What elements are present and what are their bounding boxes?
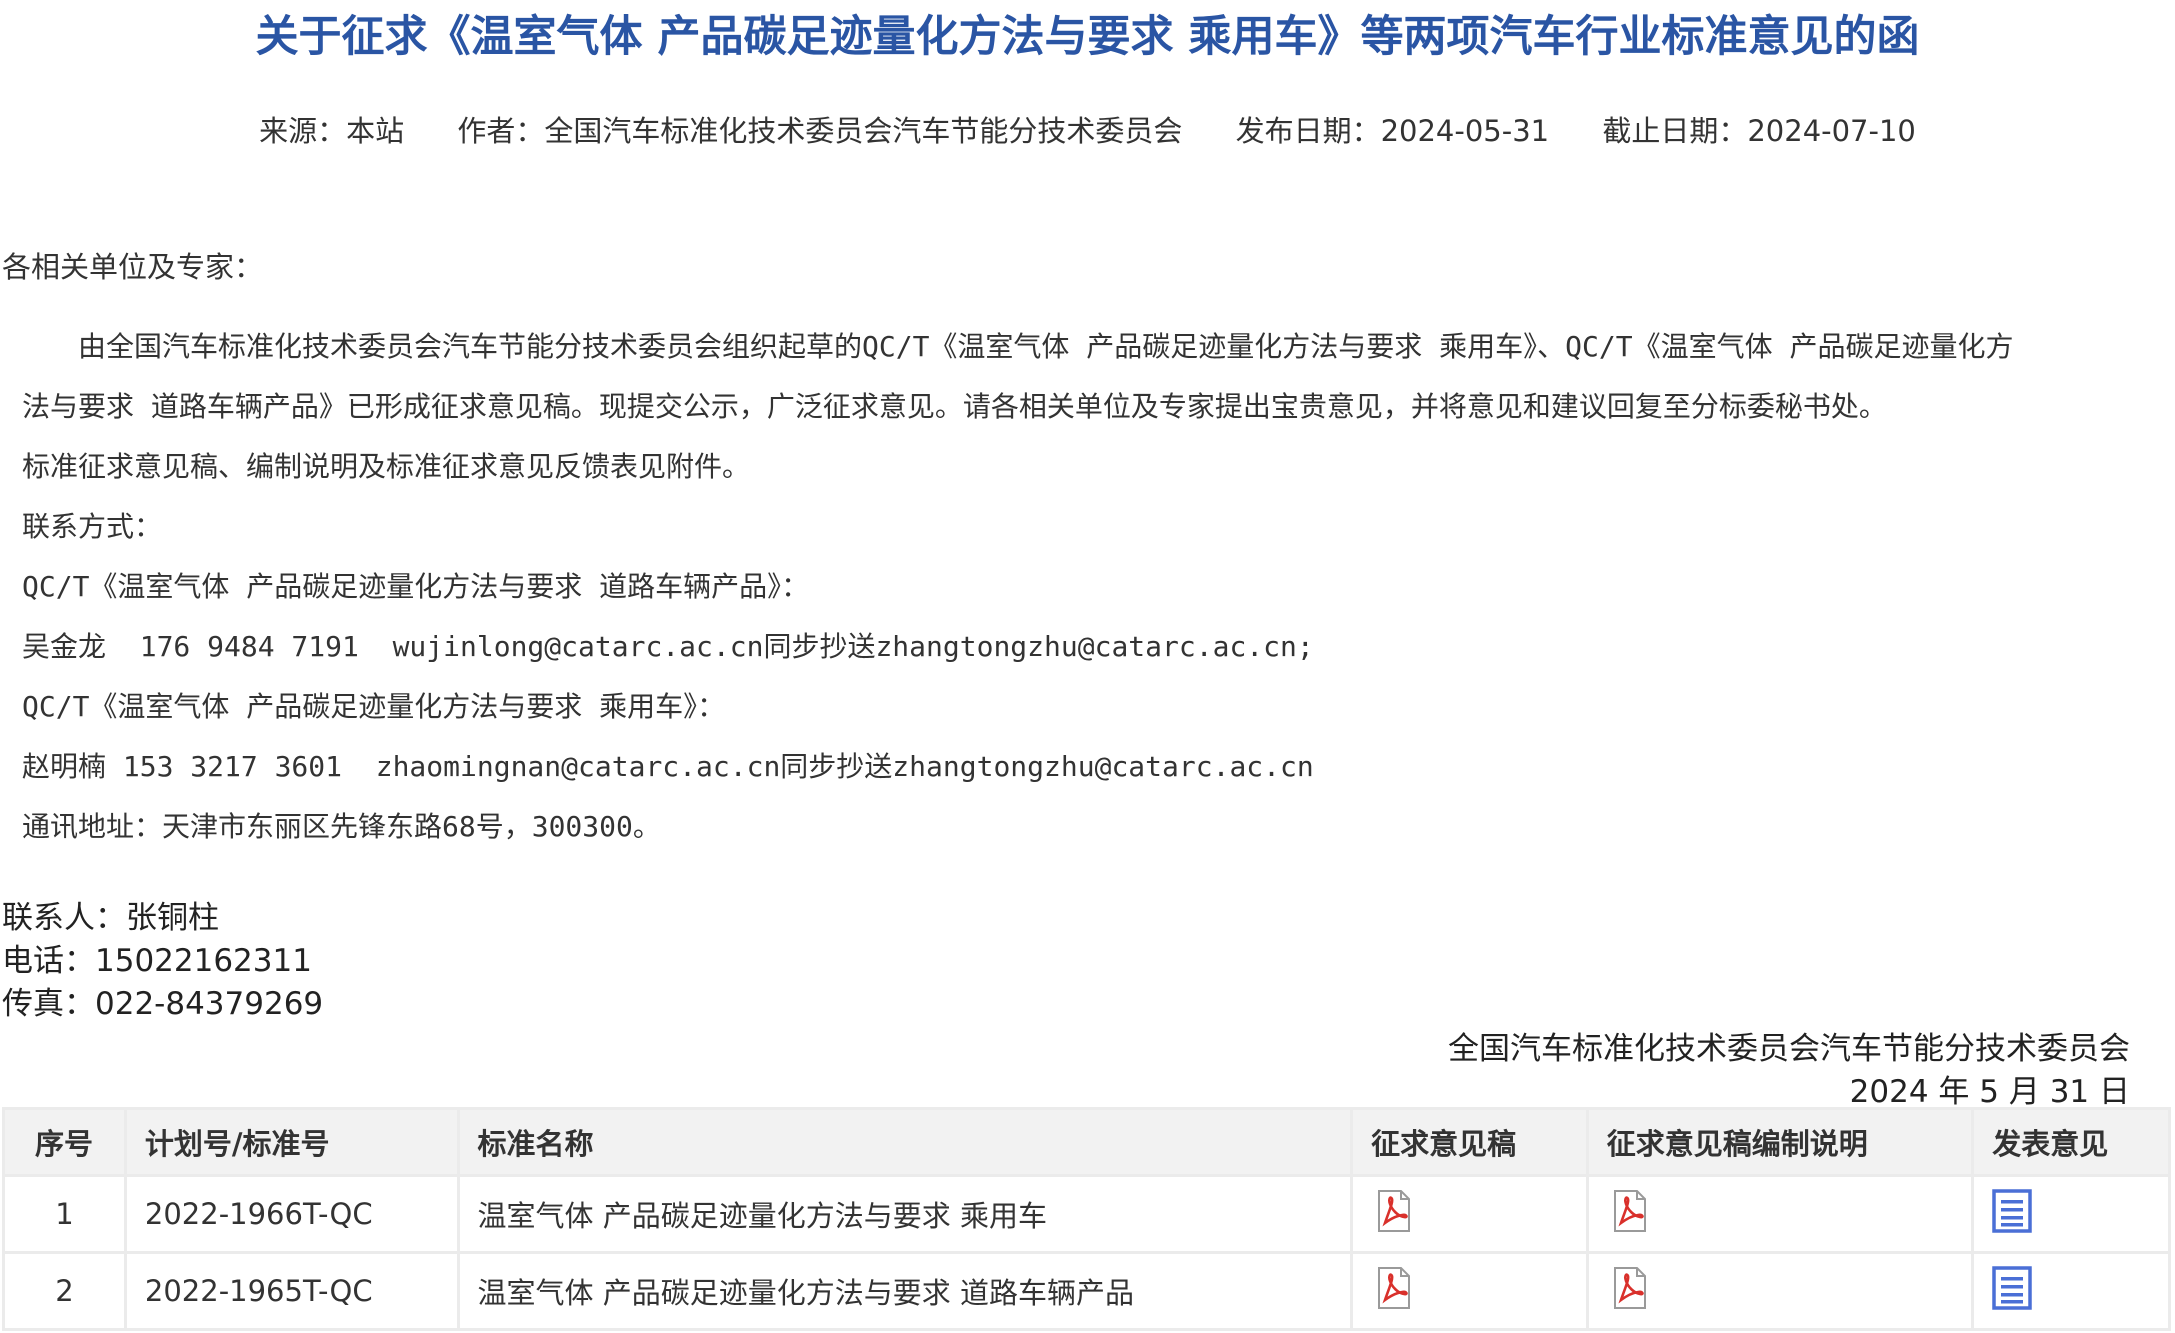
table-row: 2 2022-1965T-QC 温室气体 产品碳足迹量化方法与要求 道路车辆产品 [4,1253,2170,1330]
meta-deadline: 截止日期：2024-07-10 [1602,114,1916,148]
greeting: 各相关单位及专家： [2,244,263,286]
row-comment-cell [1973,1176,2170,1253]
contact-fax: 传真：022-84379269 [2,983,323,1026]
signature-org: 全国汽车标准化技术委员会汽车节能分技术委员会 [1448,1023,2130,1068]
row-draft-cell [1352,1176,1588,1253]
row-draft-cell [1352,1253,1588,1330]
pdf-icon[interactable] [1607,1189,1651,1240]
meta-author: 作者：全国汽车标准化技术委员会汽车节能分技术委员会 [457,114,1182,148]
table-header-row: 序号 计划号/标准号 标准名称 征求意见稿 征求意见稿编制说明 发表意见 [4,1109,2170,1176]
row-standard-name: 温室气体 产品碳足迹量化方法与要求 乘用车 [458,1176,1352,1253]
header-draft: 征求意见稿 [1352,1109,1588,1176]
contact-person: 联系人：张铜柱 [2,897,323,940]
pdf-icon[interactable] [1371,1189,1415,1240]
row-standard-name: 温室气体 产品碳足迹量化方法与要求 道路车辆产品 [458,1253,1352,1330]
row-index: 2 [4,1253,126,1330]
header-index: 序号 [4,1109,126,1176]
mailing-address: 通讯地址：天津市东丽区先锋东路68号，300300。 [22,805,2162,845]
standard-2-contact: 赵明楠 153 3217 3601 zhaomingnan@catarc.ac.… [22,745,2162,785]
row-explanation-cell [1587,1253,1972,1330]
row-index: 1 [4,1176,126,1253]
row-comment-cell [1973,1253,2170,1330]
row-plan-number: 2022-1966T-QC [125,1176,458,1253]
header-explanation: 征求意见稿编制说明 [1587,1109,1972,1176]
header-standard-name: 标准名称 [458,1109,1352,1176]
signature-date: 2024 年 5 月 31 日 [1850,1066,2130,1111]
form-icon[interactable] [1992,1266,2032,1317]
standard-2-heading: QC/T《温室气体 产品碳足迹量化方法与要求 乘用车》： [22,685,2162,725]
meta-source: 来源：本站 [259,114,404,148]
contact-block: 联系人：张铜柱 电话：15022162311 传真：022-84379269 [2,897,323,1026]
contact-heading: 联系方式： [22,505,2162,545]
standard-1-contact: 吴金龙 176 9484 7191 wujinlong@catarc.ac.cn… [22,625,2162,665]
article-meta: 来源：本站 作者：全国汽车标准化技术委员会汽车节能分技术委员会 发布日期：202… [0,108,2175,150]
form-icon[interactable] [1992,1189,2032,1240]
body-paragraph-1-line-1: 由全国汽车标准化技术委员会汽车节能分技术委员会组织起草的QC/T《温室气体 产品… [22,325,2162,365]
meta-publish-date: 发布日期：2024-05-31 [1236,114,1550,148]
page-title: 关于征求《温室气体 产品碳足迹量化方法与要求 乘用车》等两项汽车行业标准意见的函 [0,2,2175,64]
header-comment: 发表意见 [1973,1109,2170,1176]
table-row: 1 2022-1966T-QC 温室气体 产品碳足迹量化方法与要求 乘用车 [4,1176,2170,1253]
contact-phone: 电话：15022162311 [2,940,323,983]
row-plan-number: 2022-1965T-QC [125,1253,458,1330]
header-plan-number: 计划号/标准号 [125,1109,458,1176]
pdf-icon[interactable] [1371,1266,1415,1317]
pdf-icon[interactable] [1607,1266,1651,1317]
standard-1-heading: QC/T《温室气体 产品碳足迹量化方法与要求 道路车辆产品》： [22,565,2162,605]
standards-table: 序号 计划号/标准号 标准名称 征求意见稿 征求意见稿编制说明 发表意见 1 2… [2,1107,2171,1331]
body-paragraph-1-line-2: 法与要求 道路车辆产品》已形成征求意见稿。现提交公示，广泛征求意见。请各相关单位… [22,385,2162,425]
row-explanation-cell [1587,1176,1972,1253]
body-paragraph-2: 标准征求意见稿、编制说明及标准征求意见反馈表见附件。 [22,445,2162,485]
